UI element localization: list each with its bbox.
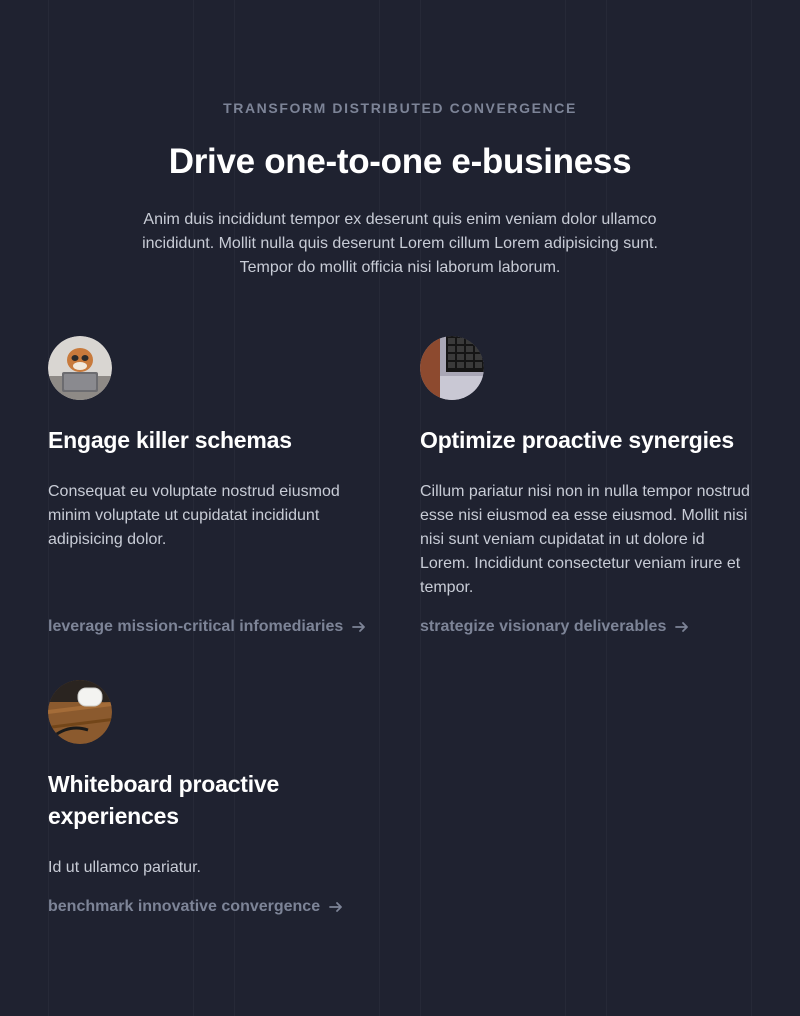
section-eyebrow: TRANSFORM DISTRIBUTED CONVERGENCE	[223, 100, 577, 116]
feature-link-label: strategize visionary deliverables	[420, 618, 667, 635]
feature-description: Consequat eu voluptate nostrud eiusmod m…	[48, 483, 340, 548]
feature-card: Optimize proactive synergies Cillum pari…	[420, 336, 750, 646]
feature-card: Whiteboard proactive experiences Id ut u…	[48, 680, 378, 924]
feature-link-label: leverage mission-critical infomediaries	[48, 618, 344, 635]
feature-image	[48, 680, 112, 744]
feature-link-label: benchmark innovative convergence	[48, 898, 321, 915]
section-headline: Drive one-to-one e-business	[168, 142, 632, 181]
feature-image	[420, 336, 484, 400]
feature-title: Whiteboard proactive experiences	[48, 771, 280, 829]
section-intro: Anim duis incididunt tempor ex deserunt …	[142, 211, 658, 276]
feature-link[interactable]: leverage mission-critical infomediaries	[48, 618, 367, 636]
arrow-right-icon	[352, 622, 366, 632]
feature-link[interactable]: benchmark innovative convergence	[48, 898, 344, 916]
feature-title: Optimize proactive synergies	[420, 427, 734, 453]
arrow-right-icon	[329, 902, 343, 912]
feature-title: Engage killer schemas	[48, 427, 292, 453]
feature-image	[48, 336, 112, 400]
feature-description: Cillum pariatur nisi non in nulla tempor…	[420, 483, 750, 596]
arrow-right-icon	[675, 622, 689, 632]
feature-card: Engage killer schemas Consequat eu volup…	[48, 336, 378, 646]
feature-description: Id ut ullamco pariatur.	[48, 859, 201, 876]
feature-link[interactable]: strategize visionary deliverables	[420, 618, 690, 636]
